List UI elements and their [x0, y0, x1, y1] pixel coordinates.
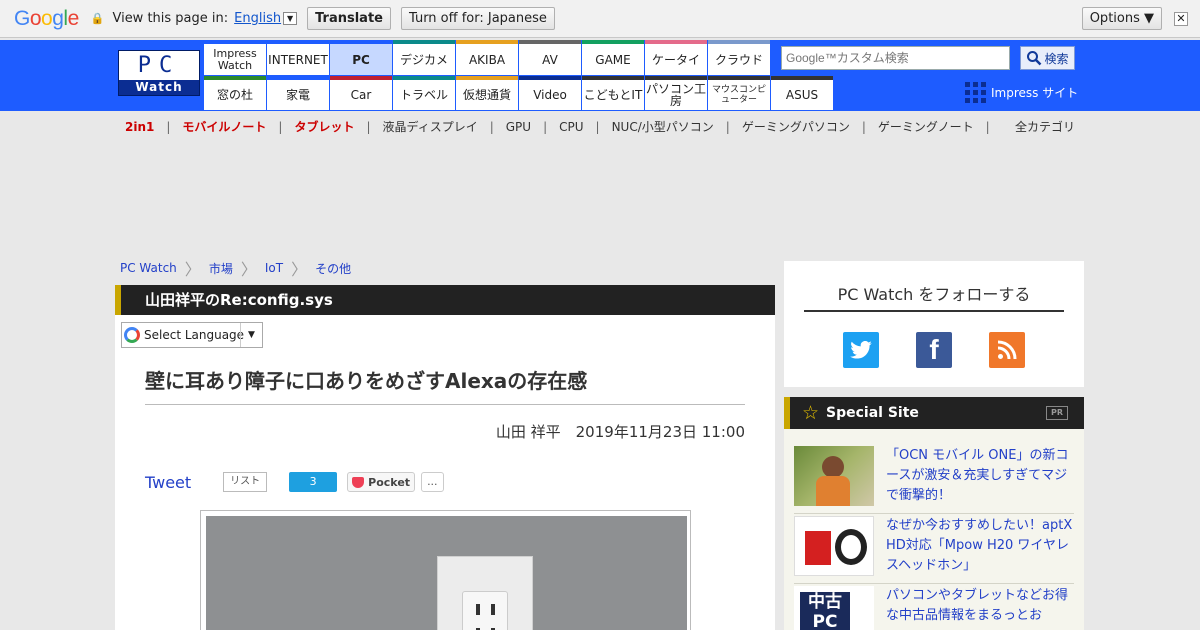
- subnav-item[interactable]: CPU: [559, 120, 583, 134]
- subnav-separator: |: [725, 119, 730, 134]
- article-main: 山田祥平のRe:config.sys Select Language ▼ 壁に耳…: [115, 285, 775, 630]
- nav-item[interactable]: パソコン工房: [645, 76, 707, 110]
- nav-item[interactable]: AV: [519, 40, 581, 75]
- breadcrumb-chevron-icon: 〉: [184, 260, 201, 279]
- breadcrumb-chevron-icon: 〉: [240, 260, 257, 279]
- nav-item[interactable]: INTERNET: [267, 40, 329, 75]
- search-input[interactable]: Google™カスタム検索: [781, 46, 1010, 70]
- breadcrumb-item[interactable]: その他: [315, 260, 351, 277]
- follow-box: PC Watch をフォローする f: [784, 261, 1084, 387]
- nav-item[interactable]: Car: [330, 76, 392, 110]
- nav-item[interactable]: PC: [330, 40, 392, 75]
- special-item[interactable]: なぜか今おすすめしたい！aptX HD対応「Mpow H20 ワイヤレスヘッドホ…: [794, 516, 1074, 584]
- nav-item[interactable]: GAME: [582, 40, 644, 75]
- pocket-button[interactable]: Pocket: [347, 472, 416, 492]
- nav-item[interactable]: 仮想通貨: [456, 76, 518, 110]
- subnav-separator: |: [278, 119, 283, 134]
- subnav-separator: |: [489, 119, 494, 134]
- subnav-item[interactable]: 液晶ディスプレイ: [383, 118, 478, 135]
- special-item[interactable]: 「OCN モバイル ONE」の新コースが激安＆充実しすぎてマジで衝撃的！: [794, 446, 1074, 514]
- google-logo: Google: [14, 6, 79, 30]
- special-site-box: ☆ Special Site PR 「OCN モバイル ONE」の新コースが激安…: [784, 397, 1084, 630]
- list-button[interactable]: リスト: [223, 472, 268, 492]
- view-page-text: View this page in:: [112, 11, 229, 26]
- search-button[interactable]: 検索: [1020, 46, 1075, 70]
- special-site-header: ☆ Special Site PR: [784, 397, 1084, 429]
- subnav-separator: |: [861, 119, 866, 134]
- grid-icon: [965, 82, 986, 103]
- language-select[interactable]: Select Language ▼: [121, 322, 263, 348]
- nav-item[interactable]: ASUS: [771, 76, 833, 110]
- language-link[interactable]: English: [234, 11, 281, 26]
- nav-item[interactable]: クラウド: [708, 40, 770, 75]
- subnav-separator: |: [985, 119, 990, 134]
- special-item-thumb: [794, 446, 874, 506]
- main-nav: Impress Watch INTERNET PC デジカメ AKIBA AV GAME ケー…: [204, 40, 834, 111]
- nav-item[interactable]: AKIBA: [456, 40, 518, 75]
- star-icon: ☆: [802, 402, 820, 424]
- nav-item[interactable]: 家電: [267, 76, 329, 110]
- breadcrumb-item[interactable]: IoT: [265, 261, 283, 275]
- special-item-thumb: 中古 PC: [794, 586, 874, 630]
- breadcrumb-item[interactable]: PC Watch: [120, 261, 177, 275]
- follow-title: PC Watch をフォローする: [837, 285, 1031, 304]
- subnav-separator: |: [166, 119, 171, 134]
- language-dropdown-icon[interactable]: ▼: [283, 12, 298, 25]
- subnav-separator: |: [595, 119, 600, 134]
- lock-icon: 🔒: [90, 12, 105, 25]
- subnav-item[interactable]: 2in1: [125, 120, 154, 134]
- subnav-item[interactable]: GPU: [506, 120, 531, 134]
- title-divider: [145, 404, 745, 405]
- hatena-bookmark-count[interactable]: 3: [289, 472, 338, 492]
- nav-item[interactable]: マウスコンピューター: [708, 76, 770, 110]
- subnav-item[interactable]: ゲーミングノート: [878, 118, 974, 135]
- tweet-button[interactable]: Tweet: [145, 473, 191, 492]
- all-categories-link[interactable]: 全カテゴリ: [1015, 118, 1075, 135]
- column-title[interactable]: 山田祥平のRe:config.sys: [115, 285, 775, 315]
- turn-off-button[interactable]: Turn off for: Japanese: [400, 7, 555, 30]
- nav-item[interactable]: Video: [519, 76, 581, 110]
- pocket-icon: [352, 476, 365, 488]
- breadcrumb-chevron-icon: 〉: [291, 260, 308, 279]
- breadcrumb-item[interactable]: 市場: [209, 260, 233, 277]
- nav-item[interactable]: Impress Watch: [204, 40, 266, 75]
- chevron-down-icon: ▼: [240, 323, 262, 347]
- sub-nav: 2in1 | モバイルノート | タブレット | 液晶ディスプレイ | GPU | CPU | NUC/…: [125, 118, 1002, 135]
- pr-badge: PR: [1045, 406, 1068, 420]
- translate-button[interactable]: Translate: [307, 7, 391, 30]
- nav-item[interactable]: デジカメ: [393, 40, 455, 75]
- breadcrumb: PC Watch 〉市場〉 IoT 〉その他: [120, 256, 351, 280]
- options-button[interactable]: Options ▼: [1081, 7, 1162, 30]
- close-icon[interactable]: ✕: [1174, 11, 1188, 26]
- nav-item[interactable]: トラベル: [393, 76, 455, 110]
- article-byline: 山田 祥平 2019年11月23日 11:00: [495, 423, 745, 441]
- subnav-item[interactable]: NUC/小型パソコン: [612, 118, 714, 135]
- share-bar: Tweet リスト 3 Pocket ...: [145, 472, 444, 492]
- subnav-item[interactable]: ゲーミングパソコン: [742, 118, 850, 135]
- special-item[interactable]: 中古 PC パソコンやタブレットなどお得な中古品情報をまるっとお: [794, 586, 1074, 630]
- nav-item[interactable]: 窓の杜: [204, 76, 266, 110]
- twitter-icon[interactable]: [843, 332, 879, 368]
- search-icon: [1027, 51, 1042, 66]
- article-title: 壁に耳あり障子に口ありをめざすAlexaの存在感: [145, 369, 588, 393]
- subnav-separator: |: [366, 119, 371, 134]
- translate-bar: Google 🔒 View this page in: English ▼ Tr…: [0, 0, 1200, 38]
- article-photo[interactable]: [200, 510, 691, 630]
- subnav-item[interactable]: タブレット: [294, 118, 354, 135]
- rss-icon[interactable]: [989, 332, 1025, 368]
- pocket-count: ...: [421, 472, 444, 492]
- special-item-thumb: [794, 516, 874, 576]
- subnav-item[interactable]: モバイルノート: [182, 118, 266, 135]
- impress-site-link[interactable]: Impress サイト: [965, 82, 1078, 103]
- nav-item[interactable]: こどもとIT: [582, 76, 644, 110]
- subnav-separator: |: [543, 119, 548, 134]
- nav-item[interactable]: ケータイ: [645, 40, 707, 75]
- google-icon: [124, 327, 140, 343]
- pc-watch-logo[interactable]: PC Watch: [118, 50, 200, 96]
- facebook-icon[interactable]: f: [916, 332, 952, 368]
